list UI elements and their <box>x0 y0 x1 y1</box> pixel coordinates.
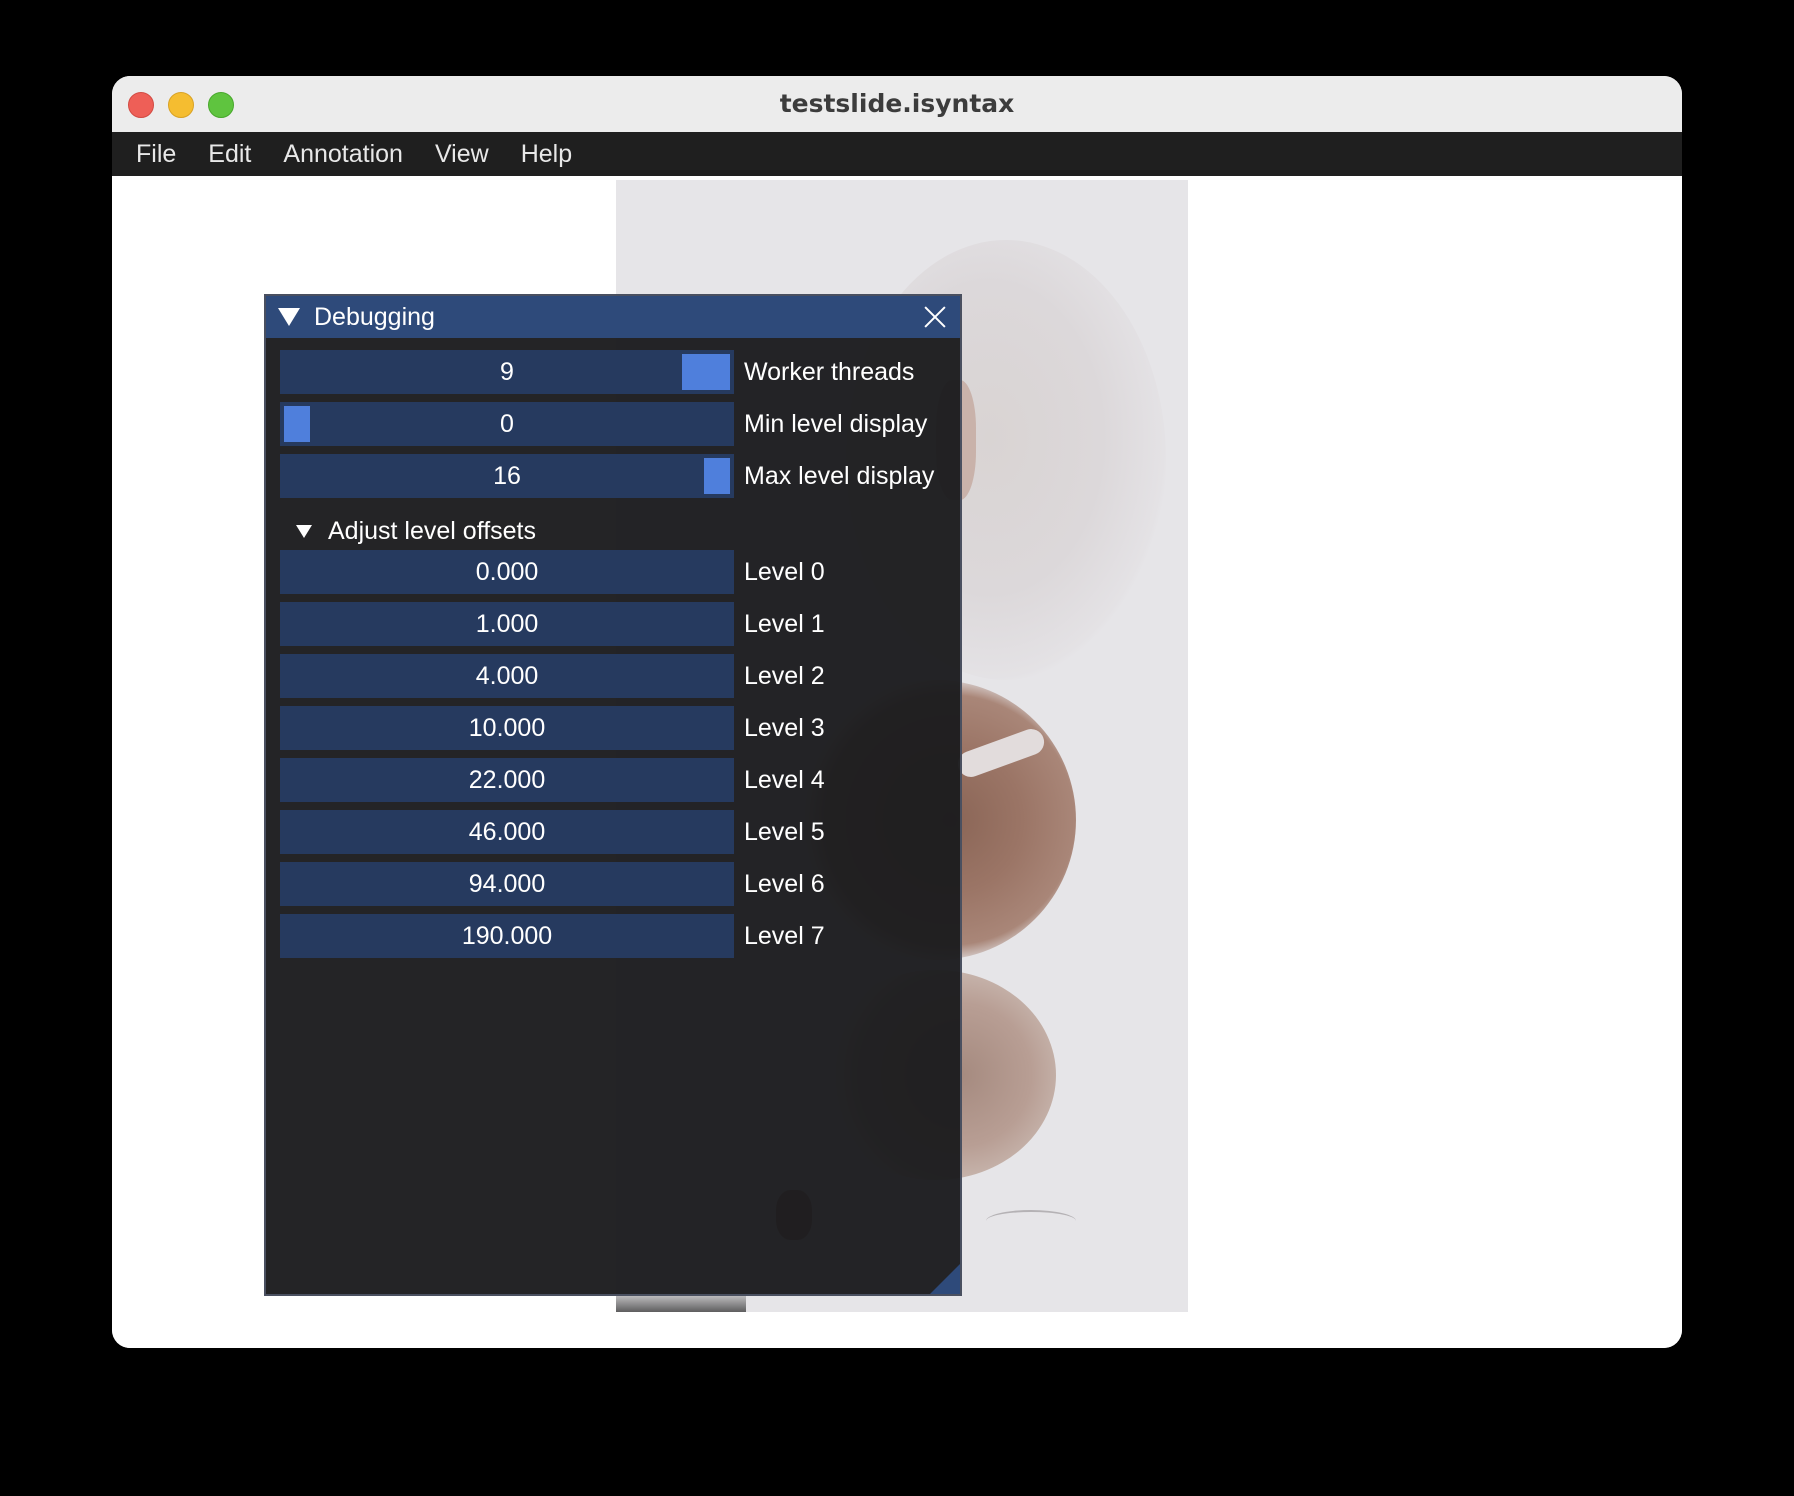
level-label: Level 7 <box>744 922 825 950</box>
tree-node-label: Adjust level offsets <box>328 517 536 545</box>
slider-value: 16 <box>493 462 521 490</box>
level-row: 4.000 Level 2 <box>280 654 952 698</box>
menu-view[interactable]: View <box>435 140 489 169</box>
menu-file[interactable]: File <box>136 140 176 169</box>
slider-grab[interactable] <box>704 458 730 494</box>
close-icon[interactable] <box>922 304 948 330</box>
menu-edit[interactable]: Edit <box>208 140 251 169</box>
level-offset-input[interactable]: 0.000 <box>280 550 734 594</box>
max-level-slider[interactable]: 16 <box>280 454 734 498</box>
panel-title: Debugging <box>314 303 435 331</box>
worker-threads-slider[interactable]: 9 <box>280 350 734 394</box>
panel-header[interactable]: Debugging <box>266 296 960 338</box>
level-row: 46.000 Level 5 <box>280 810 952 854</box>
level-offset-input[interactable]: 94.000 <box>280 862 734 906</box>
menu-annotation[interactable]: Annotation <box>283 140 403 169</box>
menu-help[interactable]: Help <box>521 140 572 169</box>
level-row: 22.000 Level 4 <box>280 758 952 802</box>
slider-grab[interactable] <box>682 354 730 390</box>
slide-label-edge <box>616 1296 746 1312</box>
fiber-artifact <box>986 1210 1076 1232</box>
level-row: 0.000 Level 0 <box>280 550 952 594</box>
min-level-slider[interactable]: 0 <box>280 402 734 446</box>
level-row: 94.000 Level 6 <box>280 862 952 906</box>
level-label: Level 3 <box>744 714 825 742</box>
level-label: Level 4 <box>744 766 825 794</box>
adjust-level-offsets-node[interactable]: Adjust level offsets <box>280 511 952 551</box>
menu-bar: File Edit Annotation View Help <box>112 132 1682 176</box>
level-label: Level 0 <box>744 558 825 586</box>
level-label: Level 2 <box>744 662 825 690</box>
min-level-row: 0 Min level display <box>280 402 952 446</box>
level-label: Level 1 <box>744 610 825 638</box>
level-row: 10.000 Level 3 <box>280 706 952 750</box>
debugging-panel: Debugging 9 Worker threads 0 Min level d… <box>264 294 962 1296</box>
slider-label: Min level display <box>744 410 928 438</box>
level-row: 1.000 Level 1 <box>280 602 952 646</box>
slide-viewport[interactable]: Debugging 9 Worker threads 0 Min level d… <box>112 176 1682 1348</box>
level-offset-input[interactable]: 22.000 <box>280 758 734 802</box>
level-offset-input[interactable]: 190.000 <box>280 914 734 958</box>
level-offset-input[interactable]: 1.000 <box>280 602 734 646</box>
max-level-row: 16 Max level display <box>280 454 952 498</box>
title-bar: testslide.isyntax <box>112 76 1682 133</box>
slider-label: Max level display <box>744 462 935 490</box>
expand-arrow-icon[interactable] <box>296 525 312 538</box>
slider-grab[interactable] <box>284 406 310 442</box>
window-title: testslide.isyntax <box>779 89 1015 118</box>
collapse-arrow-icon[interactable] <box>278 308 300 326</box>
level-label: Level 6 <box>744 870 825 898</box>
level-label: Level 5 <box>744 818 825 846</box>
slider-value: 0 <box>500 410 514 438</box>
level-row: 190.000 Level 7 <box>280 914 952 958</box>
slider-label: Worker threads <box>744 358 915 386</box>
level-offset-input[interactable]: 10.000 <box>280 706 734 750</box>
level-offset-input[interactable]: 4.000 <box>280 654 734 698</box>
resize-grip[interactable] <box>930 1264 960 1294</box>
worker-threads-row: 9 Worker threads <box>280 350 952 394</box>
level-offset-input[interactable]: 46.000 <box>280 810 734 854</box>
slider-value: 9 <box>500 358 514 386</box>
app-window: testslide.isyntax File Edit Annotation V… <box>112 76 1682 1348</box>
